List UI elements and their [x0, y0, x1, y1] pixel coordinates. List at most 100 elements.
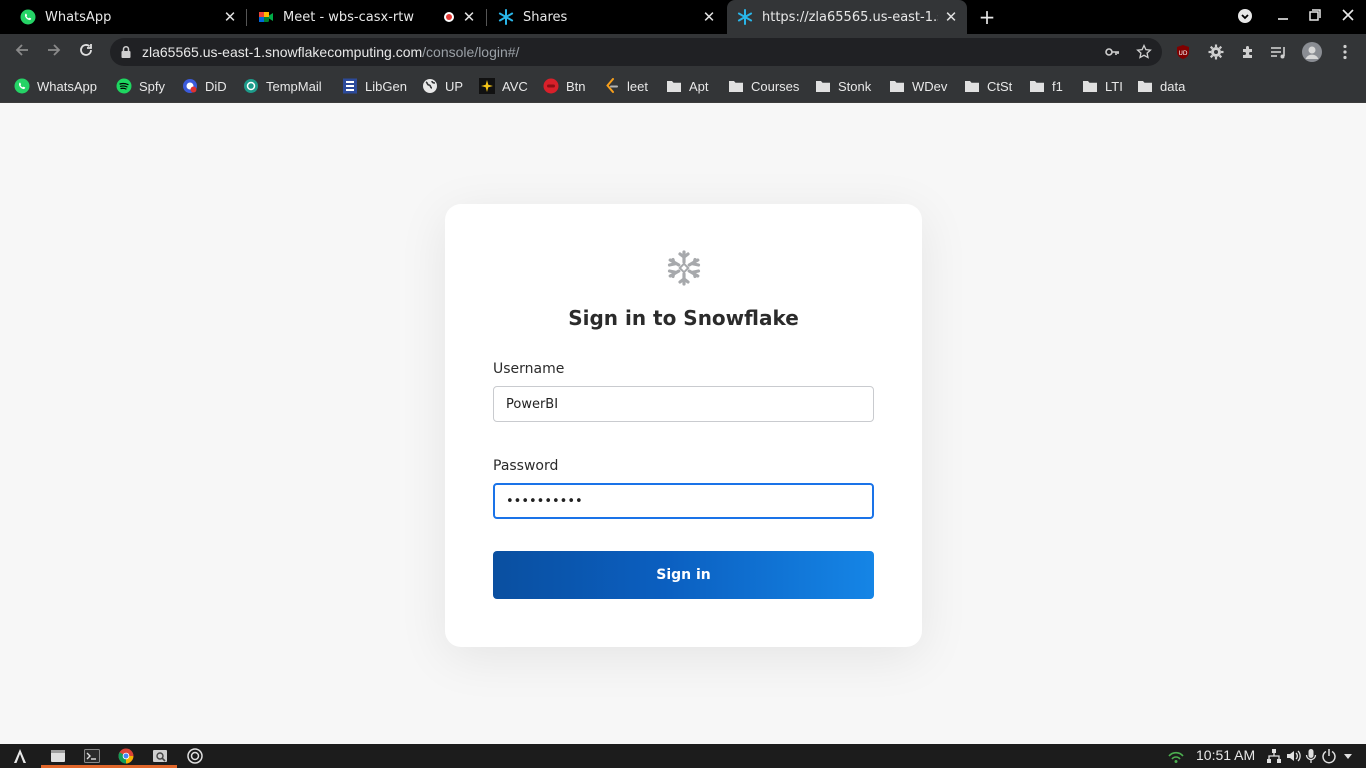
- bookmark-tempmail[interactable]: TempMail: [243, 70, 322, 102]
- bookmark-folder-lti[interactable]: LTI: [1082, 70, 1123, 102]
- bookmark-label: UP: [445, 78, 464, 94]
- google-meet-icon: [258, 9, 274, 25]
- bookmark-folder-ctst[interactable]: CtSt: [964, 70, 1012, 102]
- folder-icon: [1137, 78, 1153, 94]
- bookmark-folder-stonk[interactable]: Stonk: [815, 70, 871, 102]
- bookmark-label: Apt: [689, 78, 709, 94]
- bookmark-folder-data[interactable]: data: [1137, 70, 1185, 102]
- url-text[interactable]: zla65565.us-east-1.snowflakecomputing.co…: [142, 43, 519, 61]
- back-button[interactable]: [12, 42, 32, 62]
- taskbar-clock[interactable]: 10:51 AM: [1196, 747, 1255, 763]
- new-tab-button[interactable]: +: [977, 7, 997, 27]
- folder-icon: [815, 78, 831, 94]
- bookmark-folder-apt[interactable]: Apt: [666, 70, 709, 102]
- close-tab-icon[interactable]: ✕: [943, 9, 959, 25]
- bookmark-star-icon[interactable]: [1134, 42, 1154, 62]
- reload-button[interactable]: [76, 42, 96, 62]
- tab-whatsapp[interactable]: WhatsApp ✕: [0, 0, 246, 34]
- volume-icon[interactable]: [1283, 746, 1303, 766]
- bookmark-folder-wdev[interactable]: WDev: [889, 70, 947, 102]
- bookmark-folder-courses[interactable]: Courses: [728, 70, 799, 102]
- folder-icon: [1082, 78, 1098, 94]
- chrome-icon[interactable]: [109, 746, 143, 768]
- close-tab-icon[interactable]: ✕: [701, 9, 717, 25]
- bookmark-did[interactable]: DiD: [182, 70, 227, 102]
- bookmark-label: CtSt: [987, 78, 1013, 94]
- folder-icon: [728, 78, 744, 94]
- ublock-badge: UD: [1178, 50, 1187, 57]
- tray-expand-icon[interactable]: [1338, 746, 1358, 766]
- snowflake-icon: [498, 9, 514, 25]
- image-viewer-icon[interactable]: [143, 746, 177, 768]
- bookmark-label: DiD: [205, 78, 227, 94]
- tab-title: https://zla65565.us-east-1.snowflakecomp…: [762, 9, 938, 25]
- bookmark-label: LibGen: [365, 78, 407, 94]
- bookmark-libgen[interactable]: LibGen: [342, 70, 407, 102]
- sign-in-button[interactable]: Sign in: [493, 551, 874, 599]
- bookmark-label: AVC: [502, 78, 528, 94]
- bookmark-whatsapp[interactable]: WhatsApp: [14, 70, 97, 102]
- tab-title: WhatsApp: [45, 9, 112, 25]
- microphone-icon[interactable]: [1301, 746, 1321, 766]
- bookmark-label: Btn: [566, 78, 586, 94]
- password-field[interactable]: [493, 483, 874, 519]
- file-manager-icon[interactable]: [41, 746, 75, 768]
- leetcode-icon: [604, 78, 620, 94]
- recording-icon: [444, 12, 454, 22]
- bookmark-label: data: [1160, 78, 1186, 94]
- page-title: Sign in to Snowflake: [568, 306, 799, 330]
- star-icon: [479, 78, 495, 94]
- profile-avatar[interactable]: [1302, 42, 1322, 62]
- ublock-icon[interactable]: UD: [1173, 42, 1193, 62]
- bookmark-label: Courses: [751, 78, 800, 94]
- gear-icon[interactable]: [1206, 42, 1226, 62]
- restore-button[interactable]: [1306, 8, 1324, 26]
- password-label: Password: [493, 458, 559, 474]
- bookmark-label: LTI: [1105, 78, 1123, 94]
- settings-dial-icon[interactable]: [185, 746, 205, 766]
- bookmark-btn[interactable]: Btn: [543, 70, 586, 102]
- bookmark-label: WDev: [912, 78, 948, 94]
- folder-icon: [964, 78, 980, 94]
- forward-button[interactable]: [44, 42, 64, 62]
- tab-meet[interactable]: Meet - wbs-casx-rtw ✕: [238, 0, 485, 34]
- username-field[interactable]: [493, 386, 874, 422]
- arrow-left-icon: [15, 44, 28, 56]
- globe-icon: [422, 78, 438, 94]
- tempmail-icon: [243, 78, 259, 94]
- power-icon[interactable]: [1319, 746, 1339, 766]
- bookmark-avc[interactable]: AVC: [479, 70, 528, 102]
- whatsapp-icon: [14, 78, 30, 94]
- key-icon[interactable]: [1102, 42, 1122, 62]
- network-tray-icon[interactable]: [1166, 746, 1186, 766]
- tab-search-button[interactable]: [1236, 8, 1254, 26]
- bookmark-label: f1: [1052, 78, 1063, 94]
- minimize-button[interactable]: [1274, 8, 1292, 26]
- close-tab-icon[interactable]: ✕: [222, 9, 238, 25]
- os-taskbar: 10:51 AM: [0, 744, 1366, 768]
- extensions-puzzle-icon[interactable]: [1238, 42, 1258, 62]
- bookmark-folder-f1[interactable]: f1: [1029, 70, 1063, 102]
- bookmarks-bar: WhatsApp Spfy DiD TempMail LibGen UP AVC…: [0, 70, 1366, 103]
- media-queue-icon[interactable]: [1269, 42, 1289, 62]
- menu-kebab-icon[interactable]: [1335, 42, 1355, 62]
- app-launcher-icon[interactable]: [10, 746, 30, 766]
- bookmark-label: leet: [627, 78, 648, 94]
- snowflake-icon: [737, 9, 753, 25]
- close-tab-icon[interactable]: ✕: [461, 9, 477, 25]
- restore-icon: [1309, 9, 1321, 21]
- btn-icon: [543, 78, 559, 94]
- tab-shares[interactable]: Shares ✕: [478, 0, 725, 34]
- tab-strip: WhatsApp ✕ Meet - wbs-casx-rtw ✕ Shares …: [0, 0, 1366, 34]
- wired-network-icon[interactable]: [1264, 746, 1284, 766]
- tab-snowflake-login[interactable]: https://zla65565.us-east-1.snowflakecomp…: [727, 0, 967, 34]
- close-window-button[interactable]: [1339, 8, 1357, 26]
- folder-icon: [1029, 78, 1045, 94]
- whatsapp-icon: [20, 9, 36, 25]
- bookmark-leet[interactable]: leet: [604, 70, 648, 102]
- terminal-icon[interactable]: [75, 746, 109, 768]
- bookmark-spfy[interactable]: Spfy: [116, 70, 165, 102]
- bookmark-up[interactable]: UP: [422, 70, 463, 102]
- arrow-right-icon: [48, 44, 61, 56]
- lock-icon[interactable]: [116, 42, 136, 62]
